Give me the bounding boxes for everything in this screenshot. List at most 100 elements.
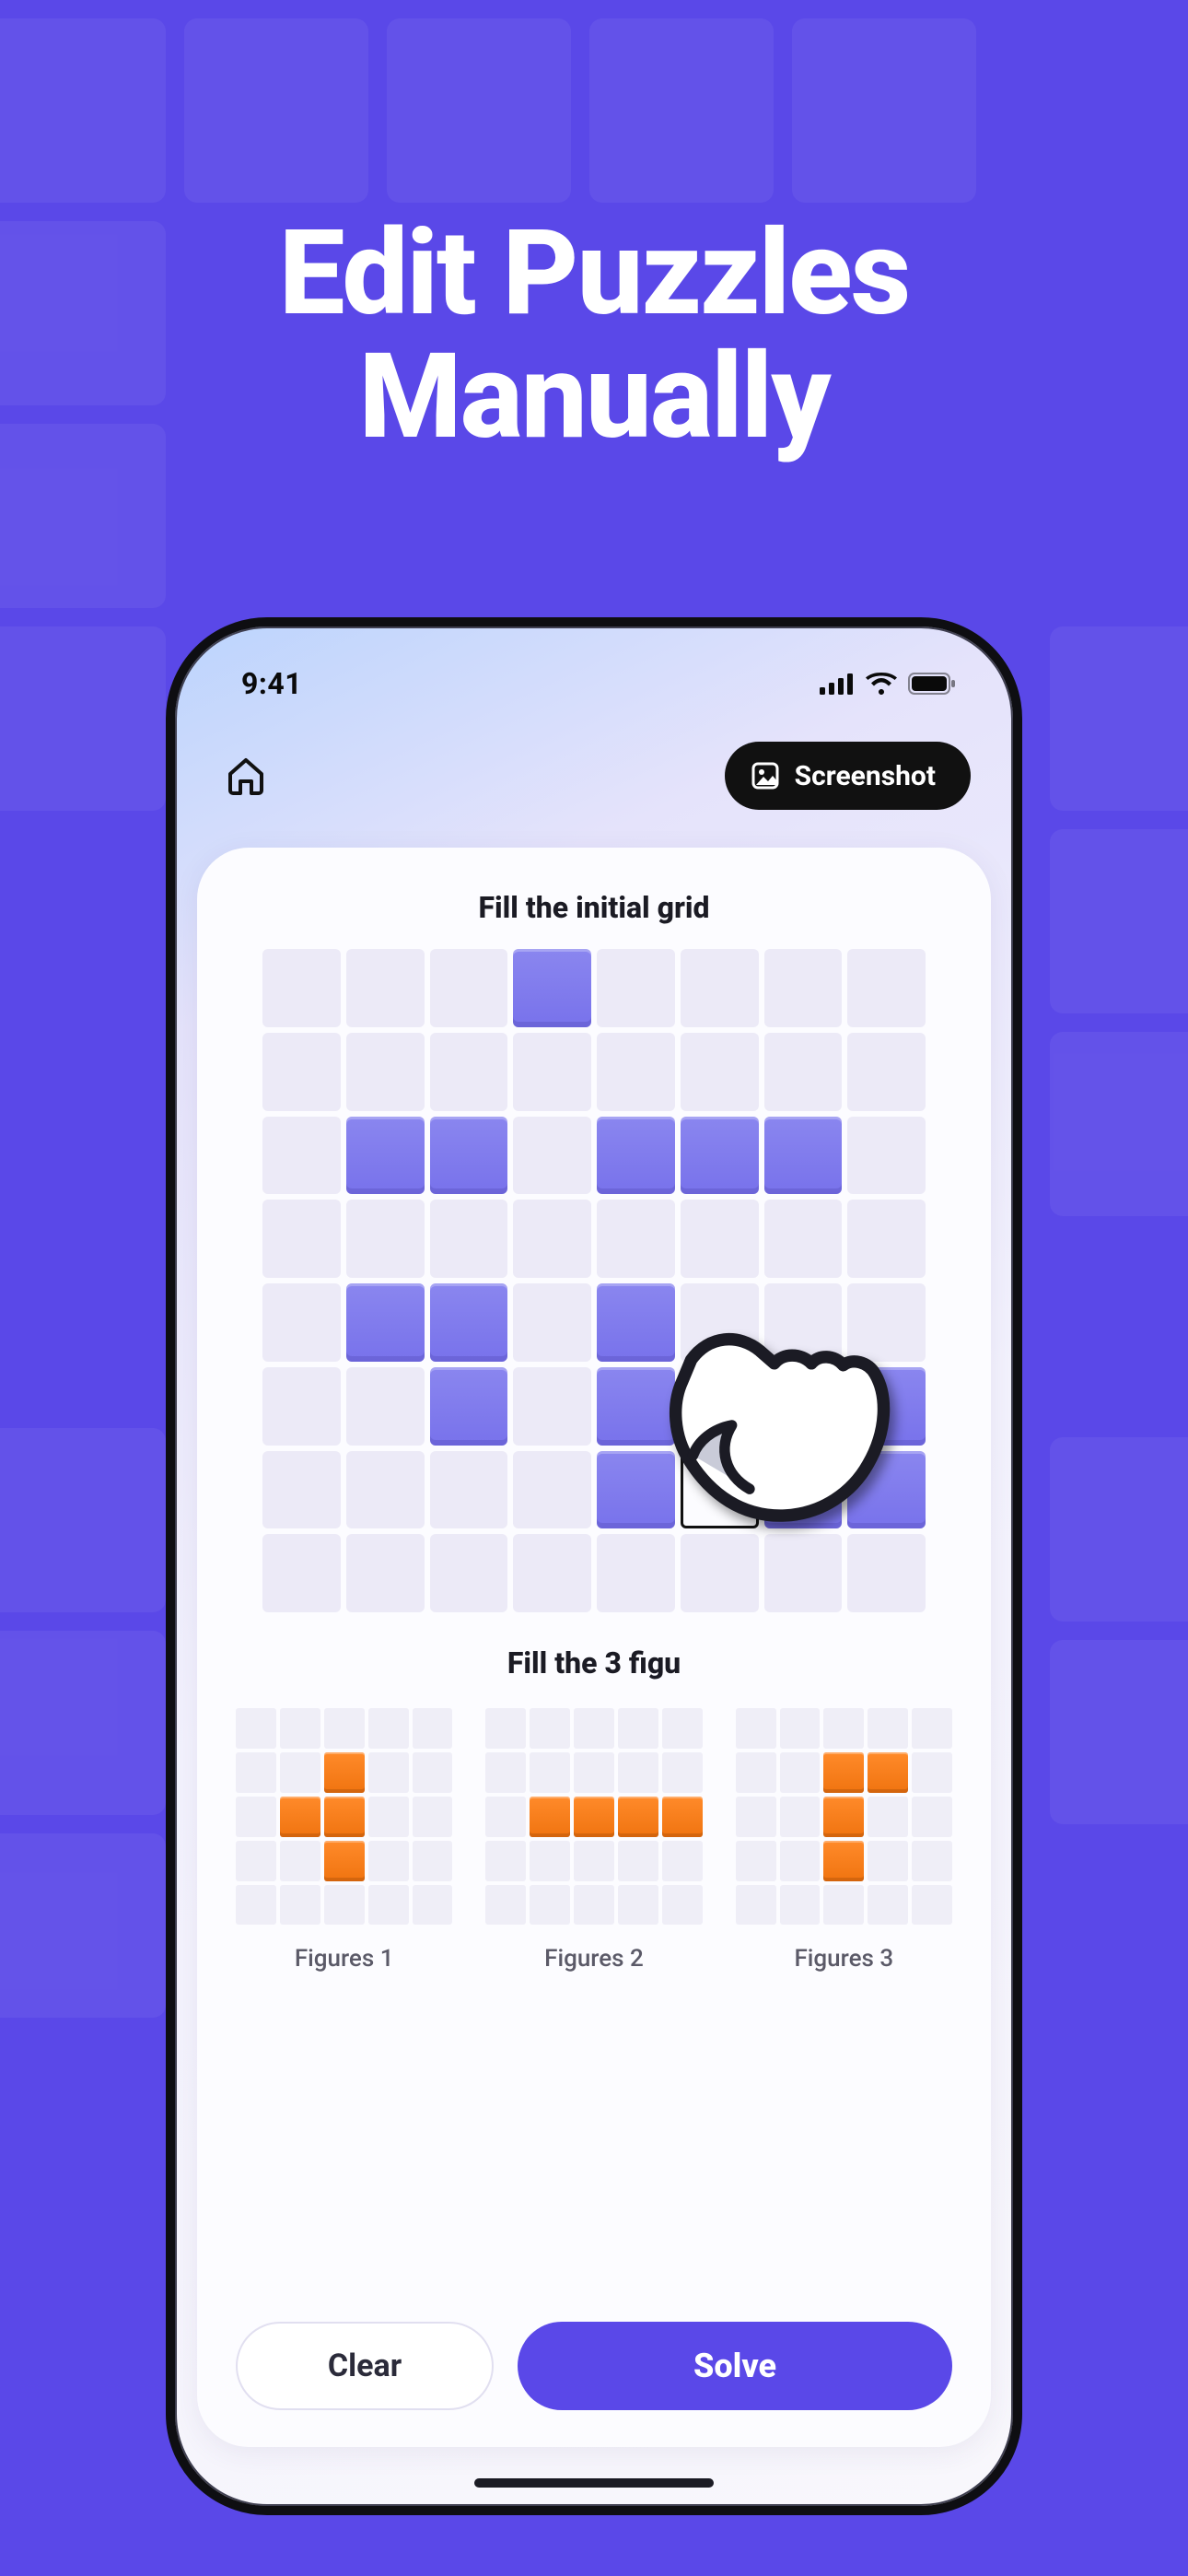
grid-cell[interactable]	[847, 1117, 926, 1195]
grid-cell[interactable]	[262, 1200, 341, 1278]
grid-cell[interactable]	[513, 1033, 591, 1111]
figure-cell[interactable]	[324, 1752, 365, 1793]
grid-cell[interactable]	[847, 1283, 926, 1362]
main-grid[interactable]	[262, 949, 926, 1612]
figure-cell[interactable]	[413, 1841, 453, 1881]
figure-cell[interactable]	[236, 1797, 276, 1837]
figure-cell[interactable]	[324, 1841, 365, 1881]
figure-cell[interactable]	[736, 1841, 776, 1881]
figure-cell[interactable]	[780, 1885, 821, 1926]
figure-cell[interactable]	[823, 1708, 864, 1749]
figure-cell[interactable]	[324, 1885, 365, 1926]
figure-cell[interactable]	[618, 1708, 658, 1749]
figure-cell[interactable]	[530, 1797, 570, 1837]
figure-cell[interactable]	[413, 1885, 453, 1926]
figure-cell[interactable]	[662, 1841, 703, 1881]
grid-cell[interactable]	[597, 1367, 675, 1446]
figure-cell[interactable]	[368, 1752, 409, 1793]
grid-cell[interactable]	[597, 1534, 675, 1612]
figure-slot-3[interactable]: Figures 3	[736, 1708, 952, 1973]
figure-cell[interactable]	[368, 1885, 409, 1926]
figure-cell[interactable]	[530, 1708, 570, 1749]
figure-slot-1[interactable]: Figures 1	[236, 1708, 452, 1973]
clear-button[interactable]: Clear	[236, 2322, 494, 2410]
grid-cell[interactable]	[681, 1367, 759, 1446]
grid-cell[interactable]	[346, 1451, 425, 1529]
figure-cell[interactable]	[912, 1841, 952, 1881]
figure-cell[interactable]	[236, 1841, 276, 1881]
figure-cell[interactable]	[236, 1708, 276, 1749]
grid-cell[interactable]	[513, 1367, 591, 1446]
home-button[interactable]	[217, 747, 274, 804]
figure-grid[interactable]	[236, 1708, 452, 1925]
figure-cell[interactable]	[368, 1841, 409, 1881]
grid-cell[interactable]	[764, 1451, 843, 1529]
figure-cell[interactable]	[780, 1797, 821, 1837]
figure-cell[interactable]	[574, 1797, 614, 1837]
grid-cell[interactable]	[597, 949, 675, 1027]
figure-cell[interactable]	[485, 1841, 526, 1881]
grid-cell[interactable]	[681, 1200, 759, 1278]
figure-cell[interactable]	[618, 1841, 658, 1881]
figure-cell[interactable]	[823, 1752, 864, 1793]
grid-cell[interactable]	[681, 1451, 759, 1529]
figure-cell[interactable]	[736, 1885, 776, 1926]
grid-cell[interactable]	[430, 1534, 508, 1612]
figure-cell[interactable]	[236, 1752, 276, 1793]
grid-cell[interactable]	[847, 1534, 926, 1612]
screenshot-button[interactable]: Screenshot	[725, 742, 971, 810]
figure-cell[interactable]	[280, 1708, 320, 1749]
figure-cell[interactable]	[912, 1885, 952, 1926]
figure-cell[interactable]	[280, 1797, 320, 1837]
figure-cell[interactable]	[324, 1797, 365, 1837]
grid-cell[interactable]	[597, 1451, 675, 1529]
grid-cell[interactable]	[346, 949, 425, 1027]
figure-cell[interactable]	[413, 1797, 453, 1837]
figure-cell[interactable]	[780, 1752, 821, 1793]
figure-cell[interactable]	[823, 1885, 864, 1926]
figure-cell[interactable]	[368, 1708, 409, 1749]
figure-cell[interactable]	[780, 1841, 821, 1881]
grid-cell[interactable]	[262, 1534, 341, 1612]
grid-cell[interactable]	[681, 949, 759, 1027]
figure-cell[interactable]	[736, 1708, 776, 1749]
grid-cell[interactable]	[346, 1283, 425, 1362]
figure-cell[interactable]	[823, 1841, 864, 1881]
figure-cell[interactable]	[485, 1708, 526, 1749]
figure-cell[interactable]	[868, 1708, 908, 1749]
grid-cell[interactable]	[346, 1534, 425, 1612]
grid-cell[interactable]	[513, 1283, 591, 1362]
grid-cell[interactable]	[681, 1534, 759, 1612]
figure-cell[interactable]	[662, 1885, 703, 1926]
figure-cell[interactable]	[618, 1752, 658, 1793]
figure-cell[interactable]	[912, 1752, 952, 1793]
grid-cell[interactable]	[430, 1451, 508, 1529]
grid-cell[interactable]	[597, 1200, 675, 1278]
figure-cell[interactable]	[368, 1797, 409, 1837]
grid-cell[interactable]	[430, 1283, 508, 1362]
grid-cell[interactable]	[681, 1033, 759, 1111]
figure-cell[interactable]	[485, 1752, 526, 1793]
figure-grid[interactable]	[736, 1708, 952, 1925]
solve-button[interactable]: Solve	[518, 2322, 952, 2410]
grid-cell[interactable]	[513, 1117, 591, 1195]
grid-cell[interactable]	[597, 1283, 675, 1362]
figure-cell[interactable]	[662, 1708, 703, 1749]
figure-cell[interactable]	[413, 1708, 453, 1749]
grid-cell[interactable]	[847, 949, 926, 1027]
figure-cell[interactable]	[485, 1797, 526, 1837]
grid-cell[interactable]	[847, 1033, 926, 1111]
figure-grid[interactable]	[485, 1708, 702, 1925]
grid-cell[interactable]	[681, 1283, 759, 1362]
grid-cell[interactable]	[513, 1534, 591, 1612]
figure-cell[interactable]	[868, 1752, 908, 1793]
figure-cell[interactable]	[574, 1841, 614, 1881]
figure-cell[interactable]	[574, 1752, 614, 1793]
figure-cell[interactable]	[868, 1841, 908, 1881]
figure-cell[interactable]	[574, 1885, 614, 1926]
figure-cell[interactable]	[618, 1797, 658, 1837]
figure-cell[interactable]	[736, 1752, 776, 1793]
grid-cell[interactable]	[847, 1200, 926, 1278]
grid-cell[interactable]	[262, 1451, 341, 1529]
figure-cell[interactable]	[780, 1708, 821, 1749]
